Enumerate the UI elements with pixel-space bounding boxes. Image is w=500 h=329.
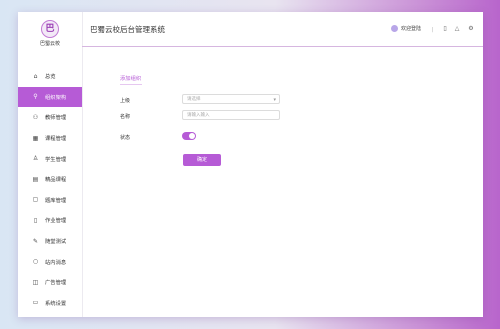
app-window: 巴 巴蜀云校 ⌂ 总览 ⚲ 组织架构 ⚇ 教师管理 ▦ 课程管理 ♙ 学生管理 ▤ 精品课程… xyxy=(18,12,483,317)
sidebar: 巴 巴蜀云校 ⌂ 总览 ⚲ 组织架构 ⚇ 教师管理 ▦ 课程管理 ♙ 学生管理 ▤ 精品课程… xyxy=(18,12,83,317)
settings-icon: ▭ xyxy=(32,299,39,307)
comment-icon: ▢ xyxy=(32,196,39,204)
parent-select[interactable]: 请选择 ▾ xyxy=(182,94,280,104)
bookmark-icon: ▯ xyxy=(33,216,38,224)
status-label: 状态 xyxy=(120,135,131,141)
document-icon[interactable]: ▯ xyxy=(441,25,449,33)
parent-label: 上级 xyxy=(120,98,131,104)
sidebar-item-settings[interactable]: ▭ 系统设置 xyxy=(18,293,82,314)
topbar: 巴蜀云校后台管理系统 欢迎登陆 | ▯ △ ⚙ xyxy=(82,12,483,47)
sidebar-item-label: 随堂测试 xyxy=(45,239,67,246)
avatar xyxy=(390,25,398,32)
gear-icon[interactable]: ⚙ xyxy=(467,25,475,33)
name-label: 名称 xyxy=(120,114,131,120)
sidebar-item-label: 题库管理 xyxy=(45,197,67,204)
logo-text: 巴蜀云校 xyxy=(39,41,60,47)
bell-icon[interactable]: △ xyxy=(453,25,461,33)
sidebar-item-label: 站内消息 xyxy=(45,259,67,266)
home-icon: ⌂ xyxy=(33,72,38,80)
sidebar-item-teachers[interactable]: ⚇ 教师管理 xyxy=(18,107,82,128)
sidebar-item-label: 广告管理 xyxy=(45,280,67,287)
main-content: 添加组织 上级 请选择 ▾ 名称 请输入输入 状态 确定 xyxy=(82,47,483,317)
sidebar-item-label: 教师管理 xyxy=(45,115,67,122)
divider: | xyxy=(431,27,433,33)
sidebar-item-label: 系统设置 xyxy=(45,300,67,307)
sidebar-item-org[interactable]: ⚲ 组织架构 xyxy=(18,86,82,108)
edit-icon: ✎ xyxy=(32,237,39,245)
logo: 巴 巴蜀云校 xyxy=(36,20,64,50)
sidebar-item-students[interactable]: ♙ 学生管理 xyxy=(18,148,82,169)
logo-icon: 巴 xyxy=(41,20,59,38)
name-input[interactable]: 请输入输入 xyxy=(182,110,280,120)
student-icon: ♙ xyxy=(32,155,39,163)
sidebar-item-ads[interactable]: ◫ 广告管理 xyxy=(18,272,82,293)
parent-select-placeholder: 请选择 xyxy=(187,97,201,102)
sidebar-item-label: 总览 xyxy=(45,74,56,81)
sidebar-item-label: 精品课程 xyxy=(45,177,67,184)
sidebar-item-messages[interactable]: ○ 站内消息 xyxy=(18,251,82,272)
org-icon: ⚲ xyxy=(33,93,38,101)
sidebar-item-courses[interactable]: ▦ 课程管理 xyxy=(18,128,82,149)
sidebar-item-label: 学生管理 xyxy=(45,156,67,163)
sidebar-item-premium-courses[interactable]: ▤ 精品课程 xyxy=(18,169,82,190)
sidebar-item-homework[interactable]: ▯ 作业管理 xyxy=(18,210,82,231)
confirm-button[interactable]: 确定 xyxy=(183,154,221,166)
user-icon: ⚇ xyxy=(32,113,39,121)
file-icon: ▤ xyxy=(32,175,39,183)
sidebar-item-label: 课程管理 xyxy=(45,136,67,143)
sidebar-item-label: 组织架构 xyxy=(45,94,67,101)
message-icon: ○ xyxy=(32,258,39,266)
user-name: 欢迎登陆 xyxy=(400,26,421,32)
sidebar-item-quiz[interactable]: ✎ 随堂测试 xyxy=(18,231,82,252)
page-title: 巴蜀云校后台管理系统 xyxy=(90,24,165,34)
status-toggle[interactable] xyxy=(182,132,196,140)
chevron-down-icon: ▾ xyxy=(273,97,276,103)
sidebar-item-overview[interactable]: ⌂ 总览 xyxy=(18,66,82,87)
section-title: 添加组织 xyxy=(120,74,142,85)
name-input-placeholder: 请输入输入 xyxy=(187,113,210,118)
toggle-knob xyxy=(189,133,195,139)
ad-icon: ◫ xyxy=(32,278,39,286)
calendar-icon: ▦ xyxy=(32,134,39,142)
sidebar-item-question-bank[interactable]: ▢ 题库管理 xyxy=(18,190,82,211)
sidebar-item-label: 作业管理 xyxy=(45,218,67,225)
user-menu[interactable]: 欢迎登陆 xyxy=(390,25,421,32)
sidebar-nav: ⌂ 总览 ⚲ 组织架构 ⚇ 教师管理 ▦ 课程管理 ♙ 学生管理 ▤ 精品课程 ▢ 题库管理 … xyxy=(18,66,82,313)
